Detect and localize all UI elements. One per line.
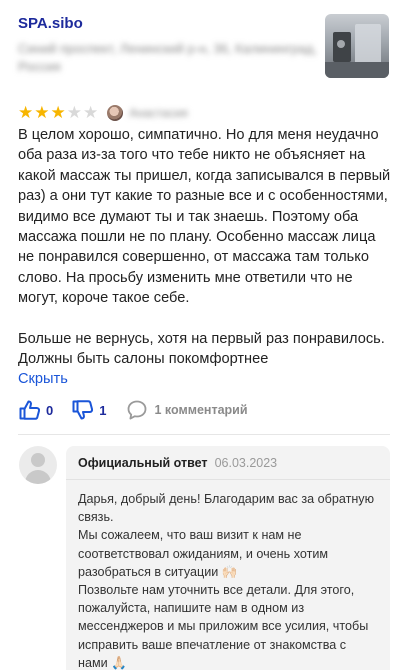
business-name[interactable]: SPA.sibo — [18, 14, 318, 34]
dislike-button[interactable]: 1 — [71, 399, 106, 421]
review-card: SPA.sibo Синий проспект, Ленинский р-н, … — [0, 0, 404, 670]
review-actions: 0 1 1 комментарий — [18, 398, 248, 422]
author-avatar[interactable] — [107, 105, 124, 121]
thumbs-up-icon — [19, 400, 41, 420]
star-icon: ★ — [66, 103, 82, 122]
business-avatar — [19, 446, 57, 484]
collapse-link[interactable]: Скрыть — [18, 369, 68, 389]
rating-row: ★ ★ ★ ★ ★ Анастасия — [18, 104, 188, 122]
star-icon: ★ — [18, 103, 34, 122]
review-text: В целом хорошо, симпатично. Но для меня … — [18, 127, 391, 368]
thumbs-down-icon — [72, 400, 94, 420]
star-icon: ★ — [50, 103, 66, 122]
reply-title: Официальный ответ — [78, 456, 208, 470]
author-name[interactable]: Анастасия — [129, 106, 188, 120]
divider — [18, 434, 390, 435]
business-header: SPA.sibo Синий проспект, Ленинский р-н, … — [18, 14, 318, 76]
business-address: Синий проспект, Ленинский р-н, 36, Калин… — [18, 41, 317, 74]
like-button[interactable]: 0 — [18, 399, 53, 421]
reply-date: 06.03.2023 — [214, 456, 278, 470]
speech-bubble-icon — [128, 400, 147, 420]
reply-divider — [66, 479, 390, 480]
dislike-count: 1 — [99, 402, 107, 418]
star-icon: ★ — [34, 103, 50, 122]
business-photo[interactable] — [325, 14, 389, 78]
comments-count-label: 1 комментарий — [154, 403, 248, 417]
official-reply: Официальный ответ 06.03.2023 Дарья, добры… — [66, 446, 390, 670]
like-count: 0 — [46, 402, 54, 418]
comments-button[interactable]: 1 комментарий — [126, 399, 248, 421]
reply-text: Дарья, добрый день! Благодарим вас за об… — [78, 492, 375, 670]
star-icon: ★ — [83, 103, 99, 122]
reply-header: Официальный ответ 06.03.2023 — [78, 455, 277, 471]
